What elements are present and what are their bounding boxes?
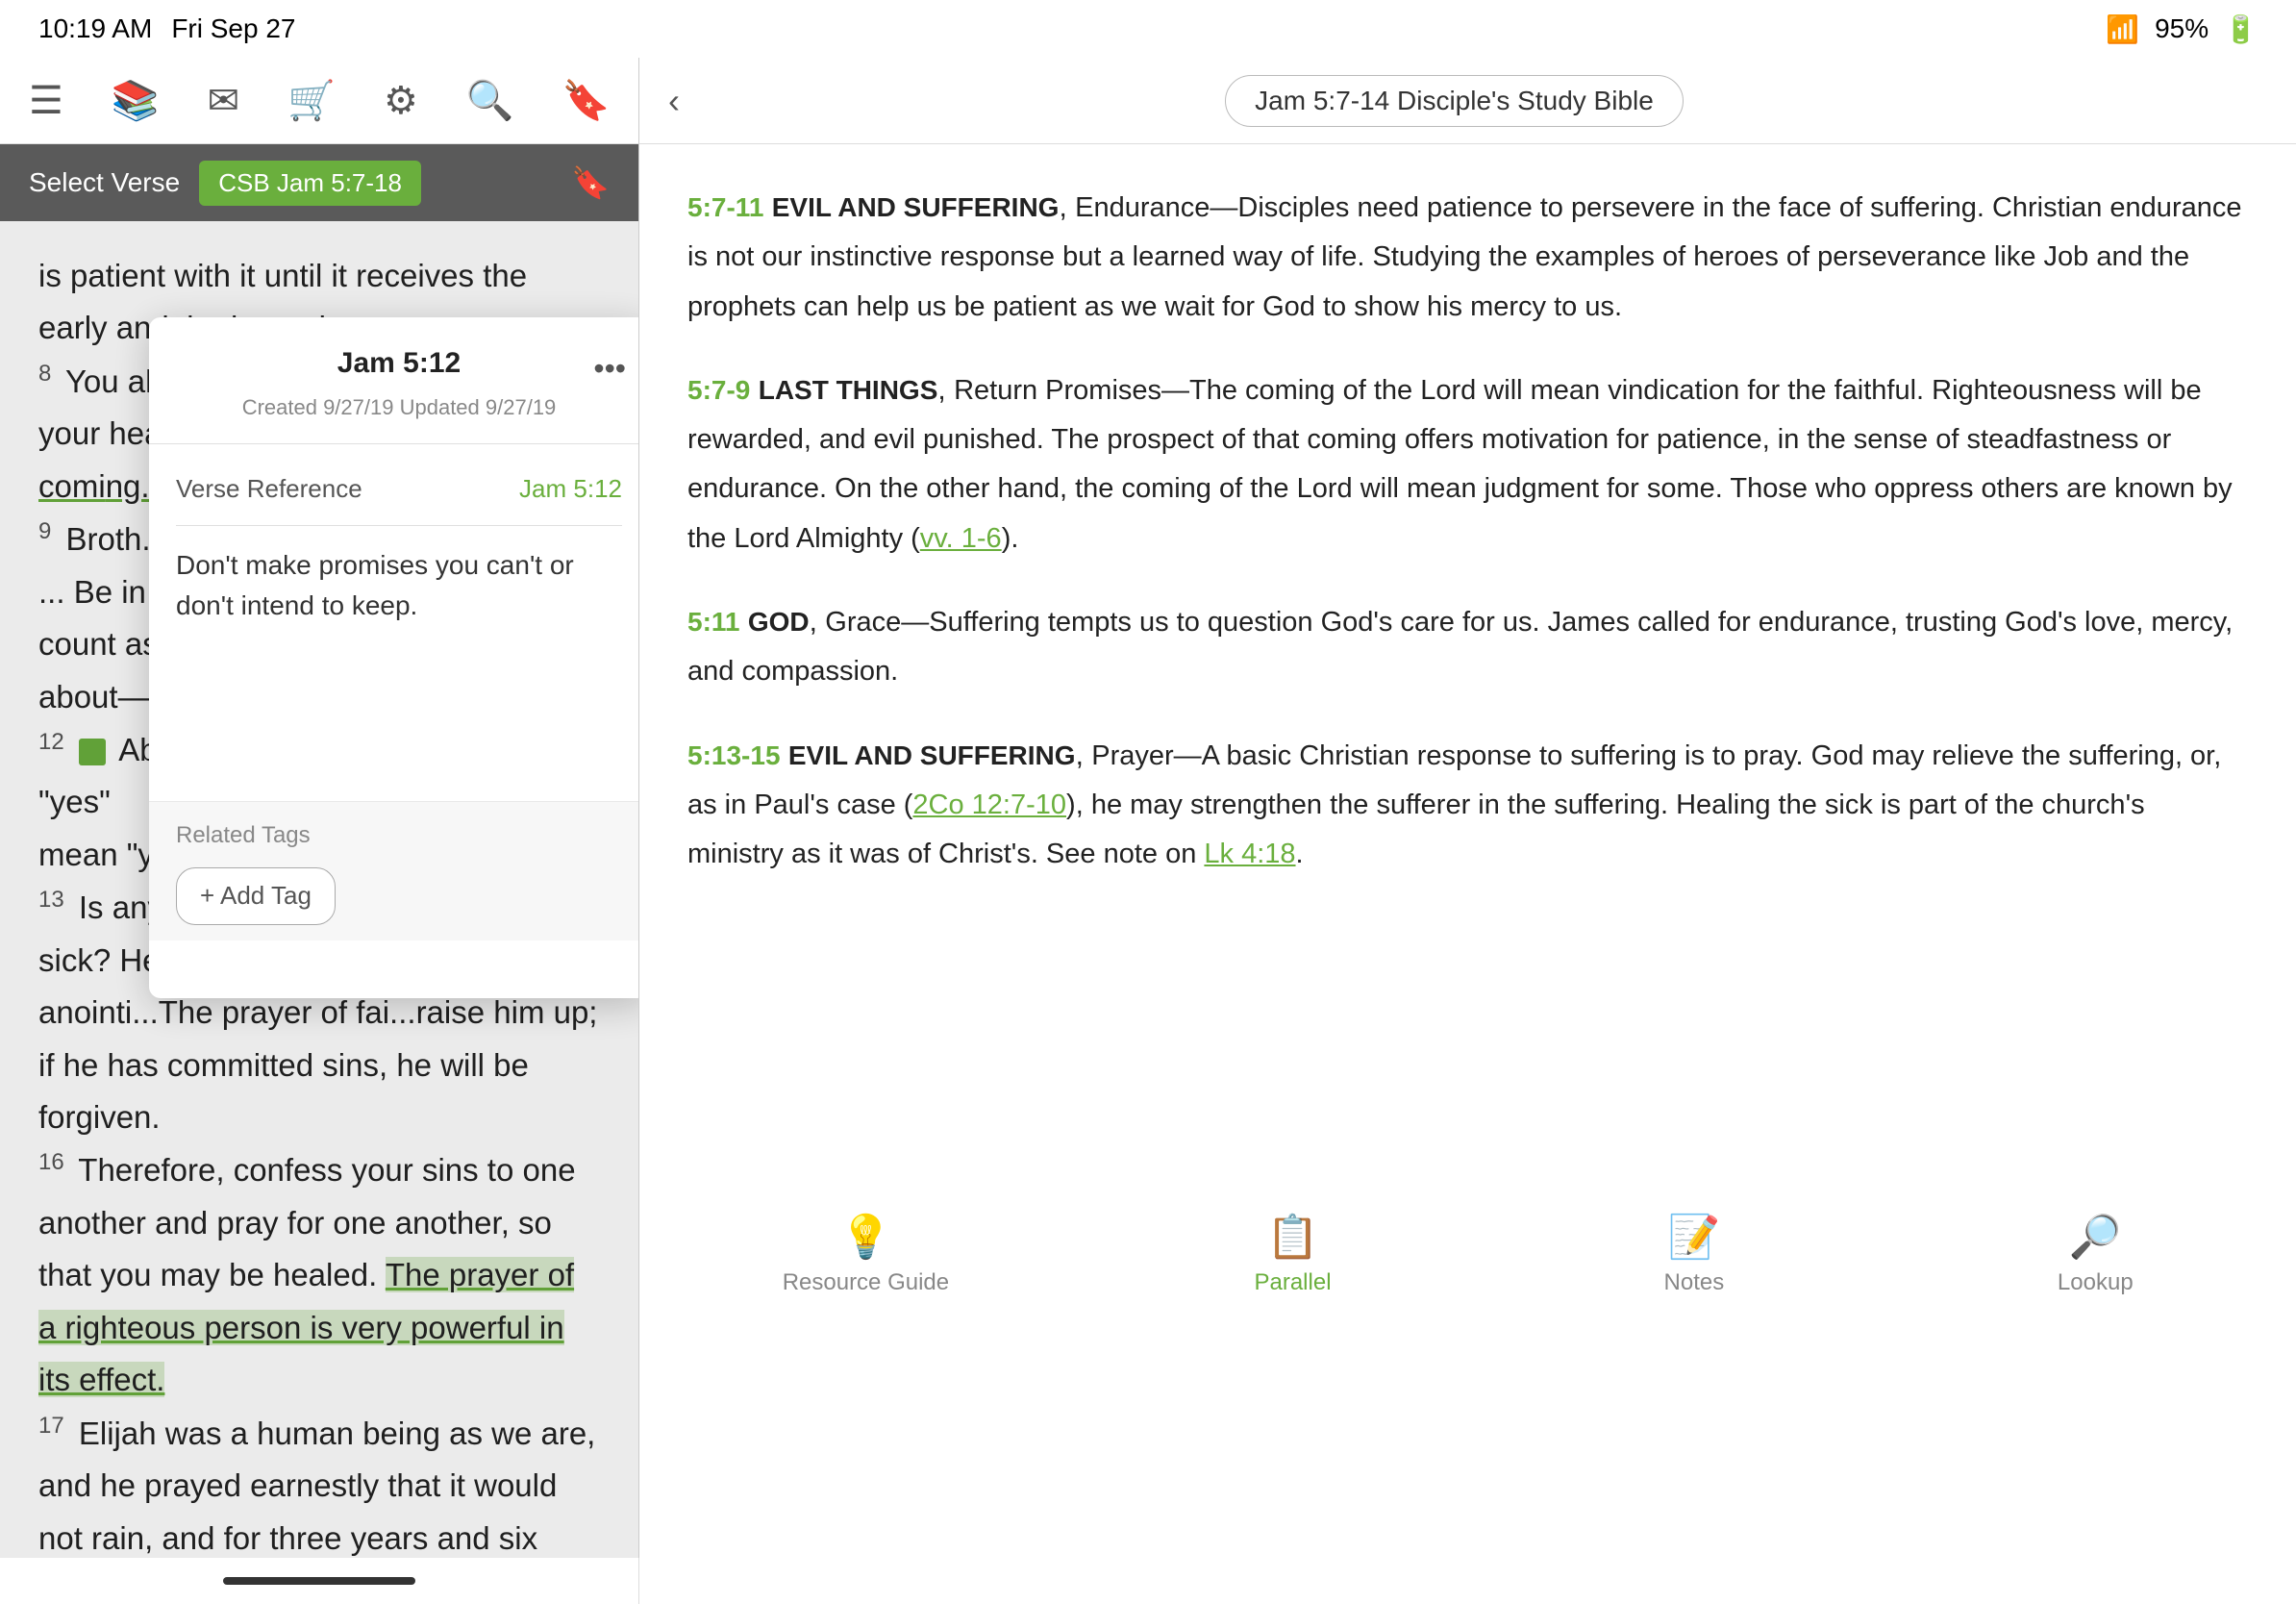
parallel-label: Parallel xyxy=(1254,1269,1331,1296)
status-bar: 10:19 AM Fri Sep 27 📶 95% 🔋 xyxy=(0,0,2296,58)
study-section-3: 5:13-15 Evil and Suffering, Prayer—A bas… xyxy=(687,731,2248,879)
inline-link-vv16[interactable]: vv. 1-6 xyxy=(920,523,1002,554)
resource-guide-label: Resource Guide xyxy=(783,1269,949,1296)
lookup-icon: 🔎 xyxy=(2069,1212,2122,1262)
verse-bar-action-icon[interactable]: 🔖 xyxy=(571,164,610,201)
lookup-label: Lookup xyxy=(2058,1269,2134,1296)
note-related-tags: Related Tags + Add Tag xyxy=(149,801,638,940)
main-area: ☰ 📚 ✉ 🛒 ⚙ 🔍 🔖 Select Verse CSB Jam 5:7-1… xyxy=(0,58,2296,1604)
study-heading-3: Evil and Suffering xyxy=(788,740,1076,770)
cart-icon[interactable]: 🛒 xyxy=(287,78,336,123)
notes-icon: 📝 xyxy=(1668,1212,1721,1262)
note-bottom-spacer xyxy=(149,940,638,998)
note-popup-menu-icon[interactable]: ••• xyxy=(593,344,626,393)
wifi-icon: 📶 xyxy=(2106,13,2139,45)
right-toolbar: ‹ Jam 5:7-14 Disciple's Study Bible xyxy=(639,58,2296,144)
study-body-2: Grace—Suffering tempts us to question Go… xyxy=(687,607,2233,687)
note-verse-ref-value: Jam 5:12 xyxy=(519,469,622,510)
battery-icon: 🔋 xyxy=(2224,13,2258,45)
note-verse-ref-row: Verse Reference Jam 5:12 xyxy=(176,469,622,510)
parallel-icon: 📋 xyxy=(1266,1212,1319,1262)
note-popup: Jam 5:12 Created 9/27/19 Updated 9/27/19… xyxy=(149,317,638,998)
note-divider-top xyxy=(149,443,638,444)
nav-item-parallel[interactable]: 📋 Parallel xyxy=(1235,1212,1351,1296)
inline-link-2co[interactable]: 2Co 12:7-10 xyxy=(912,789,1066,820)
nav-item-resource-guide[interactable]: 💡 Resource Guide xyxy=(783,1212,949,1296)
study-ref-3: 5:13-15 xyxy=(687,740,781,770)
select-verse-label[interactable]: Select Verse xyxy=(29,167,180,198)
battery-text: 95% xyxy=(2155,13,2209,44)
library-icon[interactable]: 📚 xyxy=(112,78,160,123)
toolbar-icons: ☰ 📚 ✉ 🛒 ⚙ 🔍 🔖 xyxy=(29,78,610,123)
note-popup-title: Jam 5:12 xyxy=(176,340,622,387)
back-button[interactable]: ‹ xyxy=(668,81,680,121)
verse-reference[interactable]: CSB Jam 5:7-18 xyxy=(199,161,421,206)
right-bottom-nav: 💡 Resource Guide 📋 Parallel 📝 Notes 🔎 Lo… xyxy=(639,899,2296,1604)
study-heading-2: God xyxy=(748,607,810,637)
study-section-2: 5:11 God, Grace—Suffering tempts us to q… xyxy=(687,597,2248,696)
verse-bar: Select Verse CSB Jam 5:7-18 🔖 xyxy=(0,144,638,221)
settings-icon[interactable]: ⚙ xyxy=(384,79,418,123)
bookmark-icon[interactable]: ✉ xyxy=(208,79,240,123)
ribbon-icon[interactable]: 🔖 xyxy=(562,78,611,123)
nav-item-notes[interactable]: 📝 Notes xyxy=(1636,1212,1752,1296)
note-text-spacer xyxy=(149,743,638,801)
note-tags-label: Related Tags xyxy=(176,817,622,854)
inline-link-lk[interactable]: Lk 4:18 xyxy=(1204,839,1295,869)
note-popup-body: Verse Reference Jam 5:12 Don't make prom… xyxy=(149,454,638,743)
add-tag-button[interactable]: + Add Tag xyxy=(176,867,336,925)
study-ref-2: 5:11 xyxy=(687,607,740,637)
study-section-0: 5:7-11 Evil and Suffering, Endurance—Dis… xyxy=(687,183,2248,331)
status-bar-left: 10:19 AM Fri Sep 27 xyxy=(38,13,295,44)
scroll-indicator xyxy=(223,1577,415,1585)
status-bar-right: 📶 95% 🔋 xyxy=(2106,13,2258,45)
resource-guide-icon: 💡 xyxy=(839,1212,892,1262)
right-panel: ‹ Jam 5:7-14 Disciple's Study Bible 5:7-… xyxy=(639,58,2296,1604)
menu-icon[interactable]: ☰ xyxy=(29,79,63,123)
left-toolbar: ☰ 📚 ✉ 🛒 ⚙ 🔍 🔖 xyxy=(0,58,638,144)
study-ref-1: 5:7-9 xyxy=(687,375,750,405)
left-bible-content: is patient with it until it receives the… xyxy=(0,221,638,1558)
right-study-content: 5:7-11 Evil and Suffering, Endurance—Dis… xyxy=(639,144,2296,899)
study-section-1: 5:7-9 Last Things, Return Promises—The c… xyxy=(687,365,2248,563)
note-divider-mid xyxy=(176,525,622,526)
note-verse-ref-label: Verse Reference xyxy=(176,469,362,510)
notes-label: Notes xyxy=(1664,1269,1725,1296)
status-date: Fri Sep 27 xyxy=(171,13,295,44)
note-text-area[interactable]: Don't make promises you can't or don't i… xyxy=(176,536,622,728)
study-heading-1: Last Things xyxy=(759,375,938,405)
study-ref-0: 5:7-11 xyxy=(687,192,763,222)
note-popup-date: Created 9/27/19 Updated 9/27/19 xyxy=(176,390,622,424)
nav-item-lookup[interactable]: 🔎 Lookup xyxy=(2037,1212,2153,1296)
left-bottom-nav xyxy=(0,1558,639,1604)
search-icon[interactable]: 🔍 xyxy=(466,78,514,123)
left-panel: ☰ 📚 ✉ 🛒 ⚙ 🔍 🔖 Select Verse CSB Jam 5:7-1… xyxy=(0,58,639,1604)
note-popup-header: Jam 5:12 Created 9/27/19 Updated 9/27/19… xyxy=(149,317,638,434)
right-panel-title: Jam 5:7-14 Disciple's Study Bible xyxy=(1225,75,1684,127)
status-time: 10:19 AM xyxy=(38,13,152,44)
study-heading-0: Evil and Suffering xyxy=(772,192,1060,222)
